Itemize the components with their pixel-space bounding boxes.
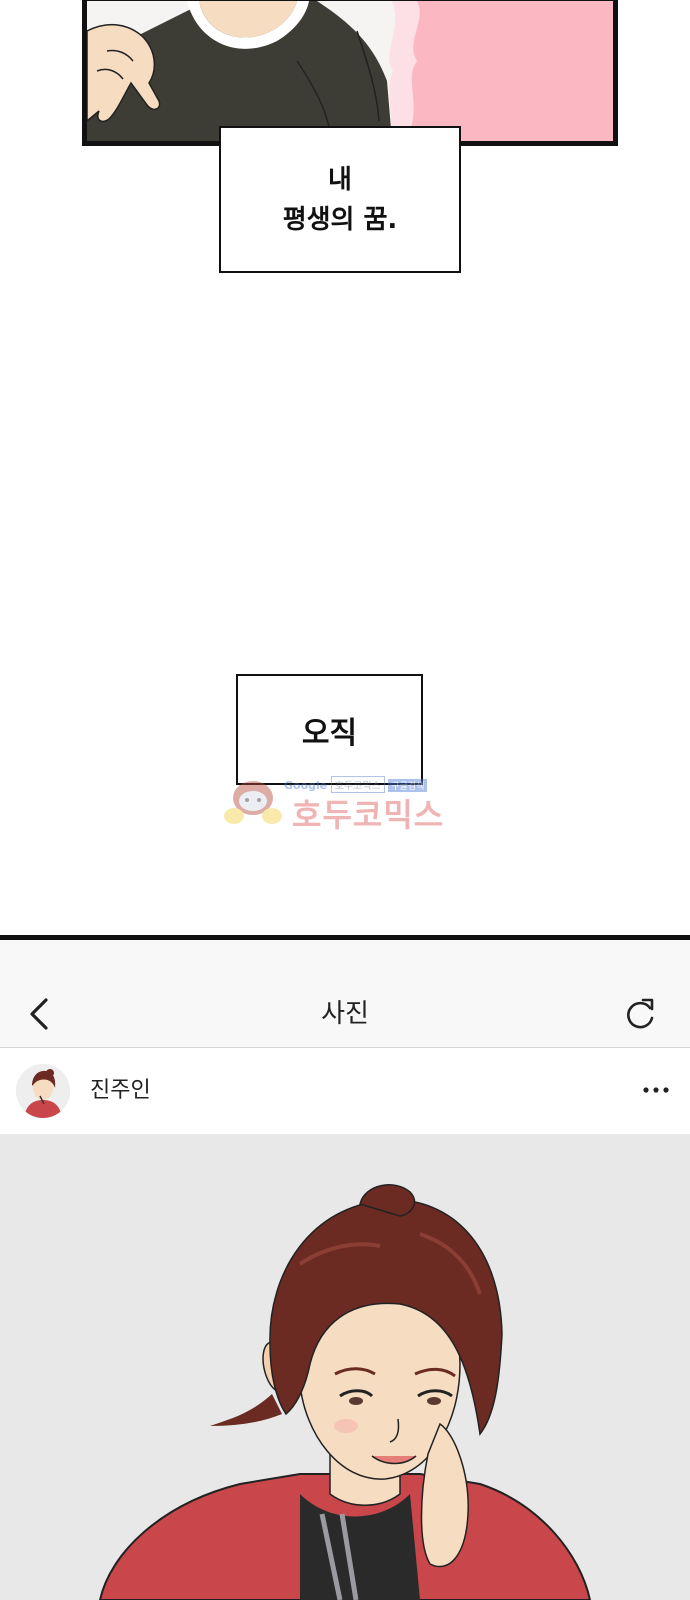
photo-illustration-woman xyxy=(0,1134,690,1600)
post-header: 진주인 xyxy=(0,1048,690,1134)
caption-text: 오직 xyxy=(301,715,358,751)
watermark-brand: 호두코믹스 xyxy=(292,796,445,834)
avatar[interactable] xyxy=(16,1064,70,1118)
walnut-mascot-icon xyxy=(224,781,282,824)
avatar-illustration xyxy=(16,1064,70,1118)
comic-panel-top xyxy=(82,0,618,146)
more-horizontal-icon[interactable] xyxy=(640,1078,672,1102)
page-title: 사진 xyxy=(321,999,369,1029)
post-username[interactable]: 진주인 xyxy=(90,1076,151,1106)
comic-illustration-man xyxy=(87,1,613,141)
photo-viewer-header: 사진 xyxy=(0,940,690,1048)
caption-line-2: 평생의 꿈. xyxy=(282,204,398,235)
caption-box-only: 오직 xyxy=(236,674,423,785)
refresh-icon[interactable] xyxy=(621,994,659,1034)
caption-line-1: 내 xyxy=(328,164,352,195)
post-photo[interactable] xyxy=(0,1134,690,1600)
watermark: Google 호두코믹스 구글검색 호두코믹스 xyxy=(222,772,472,834)
caption-box-dream: 내 평생의 꿈. xyxy=(219,126,461,273)
